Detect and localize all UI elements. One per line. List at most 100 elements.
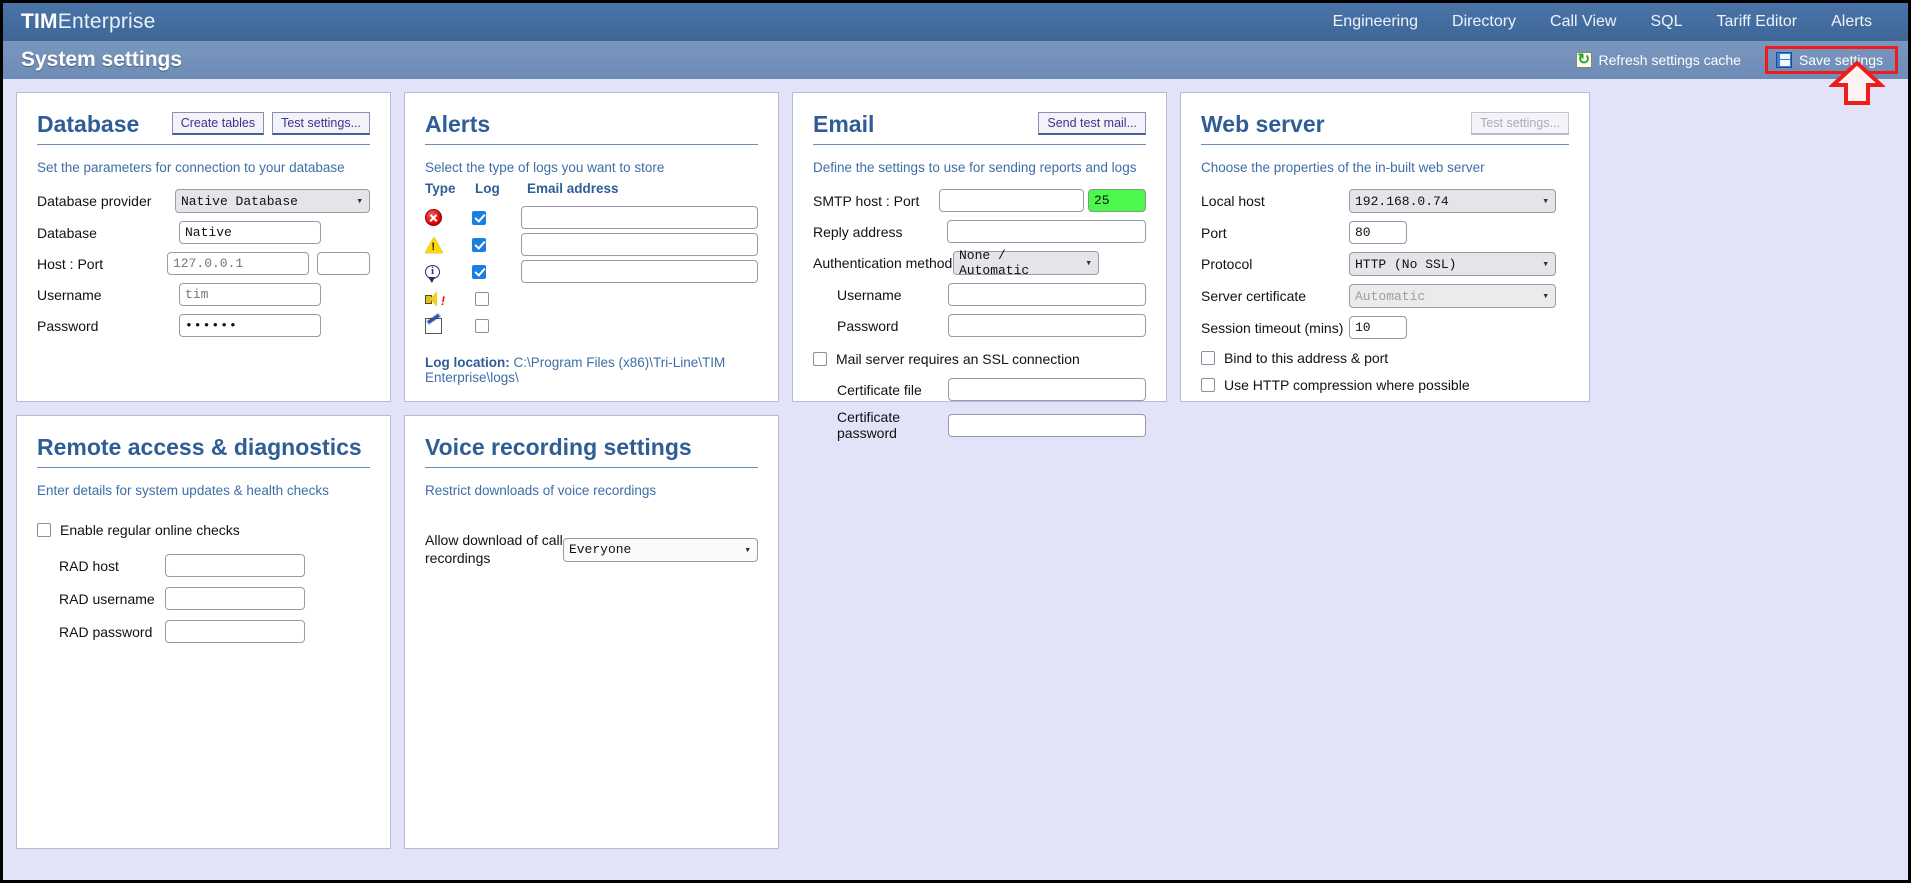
alert-email-input-warning[interactable] [521, 233, 758, 256]
alerts-col-email: Email address [527, 181, 619, 196]
email-reply-address-input[interactable] [947, 220, 1146, 243]
log-location: Log location: C:\Program Files (x86)\Tri… [425, 355, 758, 385]
database-username-row: Username [37, 283, 370, 306]
alert-log-checkbox-edit[interactable] [475, 319, 489, 333]
database-header-buttons: Create tables Test settings... [172, 112, 370, 135]
nav-item-tariff-editor[interactable]: Tariff Editor [1716, 13, 1797, 31]
database-name-row: Database [37, 221, 370, 244]
rad-password-input[interactable] [165, 620, 305, 643]
chevron-down-icon: ▾ [1542, 194, 1549, 208]
alerts-header: Alerts [425, 111, 758, 145]
panel-email: Email Send test mail... Define the setti… [792, 92, 1167, 402]
nav-item-engineering[interactable]: Engineering [1333, 13, 1418, 31]
alert-log-checkbox-info[interactable] [472, 265, 486, 279]
web-server-test-settings-button[interactable]: Test settings... [1471, 112, 1569, 135]
email-certificate-file-input[interactable] [948, 378, 1146, 401]
web-certificate-row: Server certificate Automatic ▾ [1201, 284, 1569, 308]
web-bind-address-checkbox[interactable] [1201, 351, 1215, 365]
rad-password-row: RAD password [37, 620, 370, 643]
database-username-input[interactable] [179, 283, 321, 306]
email-ssl-row: Mail server requires an SSL connection [813, 351, 1146, 367]
voice-allow-select[interactable]: Everyone ▾ [563, 538, 758, 562]
email-username-label: Username [813, 287, 948, 303]
web-server-subtitle: Choose the properties of the in-built we… [1201, 160, 1569, 175]
alert-email-input-error[interactable] [521, 206, 758, 229]
email-smtp-host-input[interactable] [939, 189, 1084, 212]
email-ssl-checkbox[interactable] [813, 352, 827, 366]
enable-online-checks-checkbox[interactable] [37, 523, 51, 537]
rad-username-row: RAD username [37, 587, 370, 610]
web-http-compression-checkbox[interactable] [1201, 378, 1215, 392]
panel-remote-access: Remote access & diagnostics Enter detail… [16, 415, 391, 849]
panel-web-server: Web server Test settings... Choose the p… [1180, 92, 1590, 402]
email-ssl-label: Mail server requires an SSL connection [836, 351, 1080, 367]
email-password-input[interactable] [948, 314, 1146, 337]
database-subtitle: Set the parameters for connection to you… [37, 160, 370, 175]
remote-access-header: Remote access & diagnostics [37, 434, 370, 468]
alert-row-edit [425, 312, 758, 339]
email-certfile-label: Certificate file [813, 382, 948, 398]
web-localhost-value: 192.168.0.74 [1355, 194, 1449, 209]
panel-voice-recording: Voice recording settings Restrict downlo… [404, 415, 779, 849]
web-localhost-select[interactable]: 192.168.0.74 ▾ [1349, 189, 1556, 213]
email-certificate-password-input[interactable] [948, 414, 1146, 437]
web-server-header: Web server Test settings... [1201, 111, 1569, 145]
create-tables-button[interactable]: Create tables [172, 112, 264, 135]
alert-email-input-info[interactable] [521, 260, 758, 283]
refresh-settings-cache-button[interactable]: Refresh settings cache [1566, 46, 1751, 74]
web-session-timeout-input[interactable] [1349, 316, 1407, 339]
nav-item-directory[interactable]: Directory [1452, 13, 1516, 31]
email-smtp-port-input[interactable] [1088, 189, 1146, 212]
send-test-mail-button[interactable]: Send test mail... [1038, 112, 1146, 135]
alert-log-checkbox-sound[interactable] [475, 292, 489, 306]
alert-log-checkbox-error[interactable] [472, 211, 486, 225]
rad-host-row: RAD host [37, 554, 370, 577]
email-auth-row: Authentication method None / Automatic ▾ [813, 251, 1146, 275]
database-name-input[interactable] [179, 221, 321, 244]
email-password-row: Password [813, 314, 1146, 337]
email-username-input[interactable] [948, 283, 1146, 306]
alert-log-checkbox-warning[interactable] [472, 238, 486, 252]
voice-allow-label: Allow download of call recordings [425, 532, 563, 567]
panel-row-2: Remote access & diagnostics Enter detail… [3, 402, 1908, 849]
chevron-down-icon: ▾ [1542, 289, 1549, 303]
web-protocol-select[interactable]: HTTP (No SSL) ▾ [1349, 252, 1556, 276]
database-username-label: Username [37, 287, 179, 303]
database-password-input[interactable] [179, 314, 321, 337]
web-port-input[interactable] [1349, 221, 1407, 244]
database-test-settings-button[interactable]: Test settings... [272, 112, 370, 135]
app-window: TIMEnterprise Engineering Directory Call… [0, 0, 1911, 883]
alerts-subtitle: Select the type of logs you want to stor… [425, 160, 758, 175]
remote-enable-row: Enable regular online checks [37, 522, 370, 538]
database-header: Database Create tables Test settings... [37, 111, 370, 145]
email-reply-row: Reply address [813, 220, 1146, 243]
email-auth-method-value: None / Automatic [959, 248, 1078, 278]
email-auth-method-select[interactable]: None / Automatic ▾ [953, 251, 1099, 275]
nav-item-call-view[interactable]: Call View [1550, 13, 1616, 31]
rad-host-label: RAD host [37, 558, 165, 574]
empty-area [779, 402, 1908, 849]
alert-row-error [425, 204, 758, 231]
database-host-input[interactable] [167, 252, 309, 275]
web-server-header-buttons: Test settings... [1471, 112, 1569, 135]
rad-host-input[interactable] [165, 554, 305, 577]
email-password-label: Password [813, 318, 948, 334]
rad-password-label: RAD password [37, 624, 165, 640]
web-certificate-value: Automatic [1355, 289, 1425, 304]
app-brand: TIMEnterprise [21, 10, 155, 34]
voice-recording-subtitle: Restrict downloads of voice recordings [425, 483, 758, 498]
nav-item-sql[interactable]: SQL [1650, 13, 1682, 31]
page-title: System settings [21, 48, 182, 72]
web-certificate-select[interactable]: Automatic ▾ [1349, 284, 1556, 308]
database-provider-select[interactable]: Native Database ▾ [175, 189, 370, 213]
web-localhost-row: Local host 192.168.0.74 ▾ [1201, 189, 1569, 213]
alerts-col-type: Type [425, 181, 475, 196]
database-port-input[interactable] [317, 252, 370, 275]
web-certificate-label: Server certificate [1201, 288, 1349, 304]
email-header: Email Send test mail... [813, 111, 1146, 145]
edit-pen-icon [425, 318, 442, 334]
nav-item-alerts[interactable]: Alerts [1831, 13, 1872, 31]
brand-bold: TIM [21, 10, 58, 33]
database-password-row: Password [37, 314, 370, 337]
rad-username-input[interactable] [165, 587, 305, 610]
